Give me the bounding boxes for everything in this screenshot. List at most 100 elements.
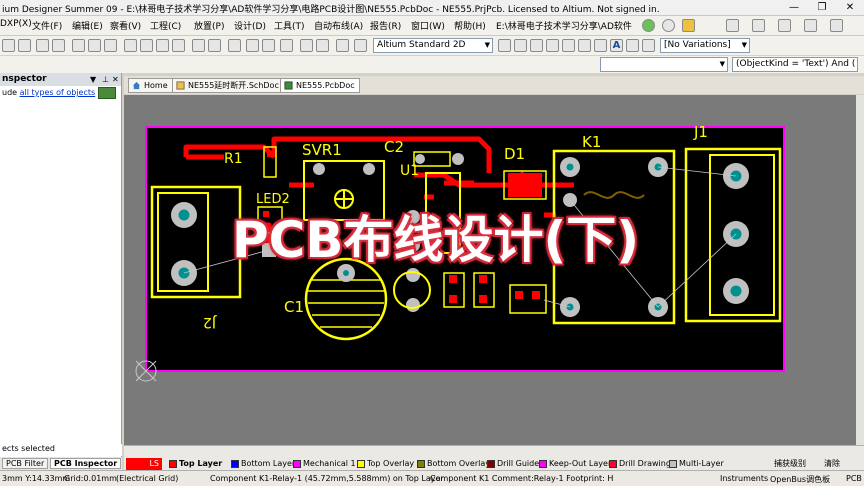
close-icon[interactable]: ✕ — [836, 0, 864, 16]
rubber-stamp-icon[interactable] — [172, 39, 185, 52]
pin-panel-icon[interactable]: ⊥ — [102, 73, 109, 86]
layer-drill-drawing[interactable]: Drill Drawing — [608, 458, 671, 470]
maximize-icon[interactable]: ❐ — [808, 0, 836, 16]
copy-icon[interactable] — [140, 39, 153, 52]
zoom-area-icon[interactable] — [88, 39, 101, 52]
variations-combo[interactable]: [No Variations] ▼ — [660, 38, 750, 53]
zoom-in-icon[interactable] — [72, 39, 85, 52]
designator-r1: R1 — [224, 151, 243, 167]
layer-top-overlay[interactable]: Top Overlay — [356, 458, 414, 470]
clear-button[interactable]: 清除 — [824, 458, 840, 470]
nav-icon[interactable] — [662, 19, 675, 32]
drill-drawing-swatch — [609, 460, 617, 468]
layer-mechanical-1[interactable]: Mechanical 1 — [292, 458, 356, 470]
layer-multi[interactable]: Multi-Layer — [668, 458, 724, 470]
string-icon[interactable]: A — [610, 39, 623, 52]
polygon-icon[interactable] — [594, 39, 607, 52]
component-icon[interactable] — [626, 39, 639, 52]
route-icon[interactable] — [498, 39, 511, 52]
tab-home[interactable]: Home — [128, 78, 173, 93]
openbus-button[interactable]: OpenBus调色板 — [770, 474, 830, 485]
tab-pcbdoc[interactable]: NE555.PcbDoc — [280, 78, 360, 93]
layer-top[interactable]: Top Layer — [168, 458, 222, 470]
via-icon[interactable] — [546, 39, 559, 52]
preview-icon[interactable] — [52, 39, 65, 52]
filter-history-combo[interactable]: ▼ — [600, 57, 728, 72]
all-object-types-link[interactable]: all types of objects — [20, 88, 96, 97]
crossprobe-icon[interactable] — [336, 39, 349, 52]
filter-query-input[interactable]: (ObjectKind = 'Text') And ( — [732, 57, 858, 72]
layer-drill-guide[interactable]: Drill Guide — [486, 458, 539, 470]
undo-icon[interactable] — [300, 39, 313, 52]
print-icon[interactable] — [36, 39, 49, 52]
menu-edit[interactable]: 编辑(E) — [72, 19, 103, 32]
filter-icon[interactable] — [354, 39, 367, 52]
move-icon[interactable] — [246, 39, 259, 52]
toolbar-filter: ▼ (ObjectKind = 'Text') And ( — [0, 56, 864, 74]
menu-file[interactable]: 文件(F) — [32, 19, 62, 32]
menu-reports[interactable]: 报告(R) — [370, 19, 401, 32]
menu-tools[interactable]: 工具(T) — [274, 19, 305, 32]
layer-set-button[interactable]: LS — [126, 458, 162, 470]
top-layer-swatch — [169, 460, 177, 468]
chart-icon[interactable] — [830, 19, 843, 32]
fill-icon[interactable] — [578, 39, 591, 52]
list-icon[interactable] — [752, 19, 765, 32]
r3-pad-1 — [479, 275, 487, 283]
coord-icon[interactable] — [642, 39, 655, 52]
inspector-title: nspector — [2, 74, 47, 84]
arc-icon[interactable] — [514, 39, 527, 52]
select-area-icon[interactable] — [208, 39, 221, 52]
home-icon — [132, 81, 141, 90]
tab-pcb-inspector[interactable]: PCB Inspector — [50, 458, 122, 469]
rect-select-icon[interactable] — [228, 39, 241, 52]
pin-icon[interactable] — [682, 19, 695, 32]
menu-view[interactable]: 察看(V) — [110, 19, 141, 32]
select-icon[interactable] — [192, 39, 205, 52]
menu-dxp[interactable]: DXP(X) — [0, 19, 32, 29]
layer-keep-out[interactable]: Keep-Out Layer — [538, 458, 611, 470]
green-circle-icon[interactable] — [642, 19, 655, 32]
edit-icon[interactable] — [726, 19, 739, 32]
menu-place[interactable]: 放置(P) — [194, 19, 224, 32]
menu-help[interactable]: 帮助(H) — [454, 19, 486, 32]
layer-bottom[interactable]: Bottom Layer — [230, 458, 295, 470]
tab-pcb-filter[interactable]: PCB Filter — [2, 458, 49, 469]
minimize-icon[interactable]: — — [780, 0, 808, 16]
chevron-down-icon: ▼ — [484, 41, 490, 49]
menu-window[interactable]: 窗口(W) — [411, 19, 445, 32]
menu-autoroute[interactable]: 自动布线(A) — [314, 19, 363, 32]
tab-home-label: Home — [144, 81, 168, 90]
pcb-inspector-panel: nspector ▼ ⊥ ✕ ude all types of objects — [0, 73, 122, 470]
layer-set-combo[interactable]: Altium Standard 2D ▼ — [373, 38, 493, 53]
grid-icon[interactable] — [804, 19, 817, 32]
menu-design[interactable]: 设计(D) — [234, 19, 266, 32]
snap-button[interactable]: 捕获级别 — [774, 458, 806, 470]
save-icon[interactable] — [18, 39, 31, 52]
j2-hole-1 — [178, 209, 190, 221]
tab-schdoc[interactable]: NE555延时断开.SchDoc — [172, 78, 284, 93]
cut-icon[interactable] — [124, 39, 137, 52]
instruments-button[interactable]: Instruments — [720, 474, 768, 483]
menu-path[interactable]: E:\林哥电子技术学习分享\AD软件 — [496, 19, 636, 32]
layer-top-overlay-label: Top Overlay — [367, 459, 415, 468]
zoom-fit-icon[interactable] — [104, 39, 117, 52]
pcb-button[interactable]: PCB — [846, 474, 862, 483]
close-panel-icon[interactable]: ✕ — [112, 73, 119, 86]
redo-icon[interactable] — [316, 39, 329, 52]
inspector-tabs: PCB Filter PCB Inspector — [0, 457, 122, 470]
toolbar-standard: Altium Standard 2D ▼ A [No Variations] ▼ — [0, 36, 864, 56]
cross-icon[interactable] — [262, 39, 275, 52]
paste-icon[interactable] — [156, 39, 169, 52]
panel-menu-icon[interactable]: ▼ — [90, 73, 96, 86]
pad-icon[interactable] — [530, 39, 543, 52]
place-arc-icon[interactable] — [562, 39, 575, 52]
menu-project[interactable]: 工程(C) — [150, 19, 181, 32]
layer-keep-out-label: Keep-Out Layer — [549, 459, 612, 468]
open-icon[interactable] — [2, 39, 15, 52]
align-icon[interactable] — [778, 19, 791, 32]
layer-bottom-overlay[interactable]: Bottom Overlay — [416, 458, 490, 470]
deselect-icon[interactable] — [280, 39, 293, 52]
grid-readout: Grid:0.01mm — [64, 474, 117, 483]
vertical-scrollbar[interactable] — [856, 95, 864, 445]
